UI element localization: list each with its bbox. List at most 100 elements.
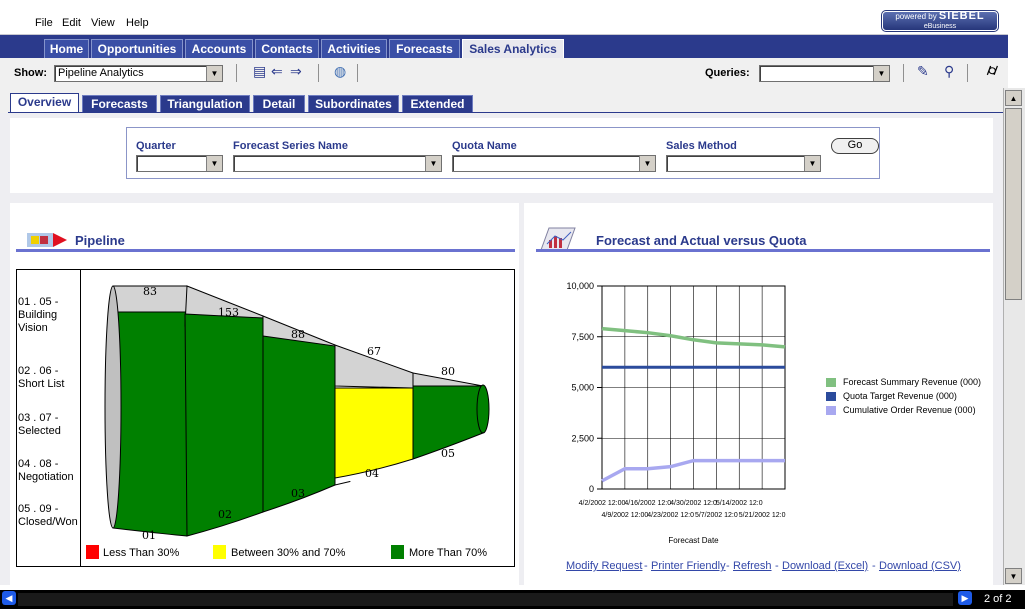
logo-line1: powered by xyxy=(895,12,937,21)
x-tick-label-upper: 5/14/2002 12:0 xyxy=(716,500,763,507)
funnel-label-top-01: 83 xyxy=(143,285,157,298)
legend-quota: Quota Target Revenue (000) xyxy=(843,391,957,401)
x-tick-label-upper: 4/2/2002 12:00 xyxy=(579,500,626,507)
show-select[interactable]: Pipeline Analytics ▼ xyxy=(54,65,223,82)
page-counter: 2 of 2 xyxy=(984,593,1012,605)
download-excel-link[interactable]: Download (Excel) xyxy=(782,560,868,572)
screen-tab-bar: Home Opportunities Accounts Contacts Act… xyxy=(0,35,1008,58)
search-icon[interactable]: ⚲ xyxy=(944,63,954,80)
show-label: Show: xyxy=(14,67,47,79)
scroll-up-icon[interactable]: ▲ xyxy=(1005,90,1022,106)
x-tick-label-lower: 5/7/2002 12:0 xyxy=(695,512,738,519)
quarter-label: Quarter xyxy=(136,140,176,152)
quarter-select[interactable]: ▼ xyxy=(136,155,223,172)
tab-sales-analytics[interactable]: Sales Analytics xyxy=(462,39,564,58)
tab-forecasts[interactable]: Forecasts xyxy=(389,39,460,58)
logo-line3: eBusiness xyxy=(923,23,957,30)
chevron-down-icon[interactable]: ▼ xyxy=(873,66,889,81)
chevron-down-icon[interactable]: ▼ xyxy=(425,156,441,171)
legend-forecast: Forecast Summary Revenue (000) xyxy=(843,377,982,387)
legend-high: More Than 70% xyxy=(409,547,488,559)
legend-swatch-low xyxy=(86,545,99,559)
tab-opportunities[interactable]: Opportunities xyxy=(91,39,183,58)
toolbar-divider xyxy=(236,64,237,82)
toolbar-divider xyxy=(903,64,904,82)
method-select[interactable]: ▼ xyxy=(666,155,821,172)
chevron-down-icon[interactable]: ▼ xyxy=(206,66,222,81)
quota-select[interactable]: ▼ xyxy=(452,155,656,172)
funnel-label-02: 02 xyxy=(218,508,232,521)
queries-select[interactable]: ▼ xyxy=(759,65,890,82)
printer-friendly-link[interactable]: Printer Friendly xyxy=(651,560,726,572)
series-label: Forecast Series Name xyxy=(233,140,348,152)
stage-label-3: 03 . 07 - Selected xyxy=(18,412,61,437)
legend-swatch-forecast xyxy=(826,378,836,387)
go-button[interactable]: Go xyxy=(831,138,879,154)
scroll-down-icon[interactable]: ▼ xyxy=(1005,568,1022,584)
x-axis-label: Forecast Date xyxy=(668,536,719,545)
tab-home[interactable]: Home xyxy=(44,39,89,58)
legend-swatch-cumulative xyxy=(826,406,836,415)
legend-mid: Between 30% and 70% xyxy=(231,547,346,559)
legend-swatch-quota xyxy=(826,392,836,401)
toolbar: Show: Pipeline Analytics ▼ ▤ ⇐ ⇒ ◍ Queri… xyxy=(0,58,1008,89)
pipeline-divider xyxy=(80,270,81,566)
binoculars-icon[interactable]: ⌭ xyxy=(987,62,998,79)
tab-contacts[interactable]: Contacts xyxy=(255,39,319,58)
forecast-rule xyxy=(536,249,990,252)
next-page-icon[interactable]: ▶ xyxy=(958,591,972,605)
menu-file[interactable]: File xyxy=(35,17,53,29)
link-separator: - xyxy=(726,560,730,572)
tab-accounts[interactable]: Accounts xyxy=(185,39,253,58)
menu-help[interactable]: Help xyxy=(126,17,149,29)
tab-subordinates[interactable]: Subordinates xyxy=(308,95,399,113)
siebel-logo: powered by SIEBEL eBusiness xyxy=(881,10,999,32)
stage-label-1: 01 . 05 - Building Vision xyxy=(18,296,59,334)
funnel-label-05: 05 xyxy=(441,447,455,460)
menu-edit[interactable]: Edit xyxy=(62,17,81,29)
tab-overview[interactable]: Overview xyxy=(10,93,79,113)
scroll-thumb[interactable] xyxy=(1005,108,1022,300)
tab-detail[interactable]: Detail xyxy=(253,95,305,113)
legend-swatch-high xyxy=(391,545,404,559)
funnel-label-01: 01 xyxy=(142,529,156,540)
chevron-down-icon[interactable]: ▼ xyxy=(206,156,222,171)
x-tick-label-lower: 4/23/2002 12:0 xyxy=(647,512,694,519)
series-select[interactable]: ▼ xyxy=(233,155,442,172)
y-tick-label: 10,000 xyxy=(566,281,594,291)
stage-label-5: 05 . 09 - Closed/Won xyxy=(18,503,78,528)
toolbar-divider xyxy=(967,64,968,82)
status-track xyxy=(18,593,953,606)
prev-page-icon[interactable]: ◀ xyxy=(2,591,16,605)
query-assistant-icon[interactable]: ✎ xyxy=(917,63,929,80)
back-arrow-icon[interactable]: ⇐ xyxy=(271,63,283,80)
tab-activities[interactable]: Activities xyxy=(321,39,387,58)
forward-arrow-icon[interactable]: ⇒ xyxy=(290,63,302,80)
globe-icon[interactable]: ◍ xyxy=(334,63,346,80)
chevron-down-icon[interactable]: ▼ xyxy=(639,156,655,171)
pipeline-title: Pipeline xyxy=(75,233,125,248)
toolbar-divider xyxy=(357,64,358,82)
forecast-legend: Forecast Summary Revenue (000) Quota Tar… xyxy=(824,373,999,423)
x-tick-label-upper: 4/16/2002 12:0 xyxy=(624,500,671,507)
legend-low: Less Than 30% xyxy=(103,547,180,559)
record-icon[interactable]: ▤ xyxy=(253,63,266,80)
link-separator: - xyxy=(644,560,648,572)
x-tick-label-lower: 4/9/2002 12:00 xyxy=(602,512,649,519)
funnel-label-03: 03 xyxy=(291,487,305,500)
menu-view[interactable]: View xyxy=(91,17,115,29)
funnel-label-top-04: 67 xyxy=(367,345,381,358)
chevron-down-icon[interactable]: ▼ xyxy=(804,156,820,171)
x-tick-label-lower: 5/21/2002 12:0 xyxy=(739,512,786,519)
tab-extended[interactable]: Extended xyxy=(402,95,473,113)
download-csv-link[interactable]: Download (CSV) xyxy=(879,560,961,572)
tab-forecasts-view[interactable]: Forecasts xyxy=(82,95,157,113)
queries-label: Queries: xyxy=(705,67,750,79)
legend-cumulative: Cumulative Order Revenue (000) xyxy=(843,405,976,415)
refresh-link[interactable]: Refresh xyxy=(733,560,772,572)
funnel-label-top-05: 80 xyxy=(441,365,455,378)
stage-label-2: 02 . 06 - Short List xyxy=(18,365,65,390)
modify-request-link[interactable]: Modify Request xyxy=(566,560,642,572)
quota-label: Quota Name xyxy=(452,140,517,152)
tab-triangulation[interactable]: Triangulation xyxy=(160,95,250,113)
